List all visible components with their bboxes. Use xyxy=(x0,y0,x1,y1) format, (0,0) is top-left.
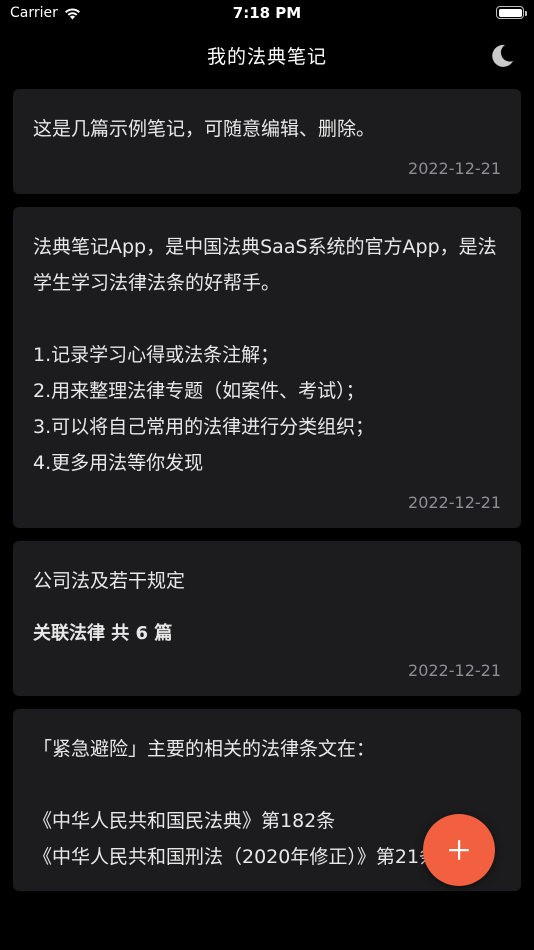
note-text: 法典笔记App，是中国法典SaaS系统的官方App，是法学生学习法律法条的好帮手… xyxy=(33,236,497,474)
note-card[interactable]: 这是几篇示例笔记，可随意编辑、删除。 2022-12-21 xyxy=(13,89,521,194)
battery-icon xyxy=(496,6,527,19)
note-date: 2022-12-21 xyxy=(408,159,501,178)
note-date: 2022-12-21 xyxy=(408,661,501,680)
add-note-button[interactable] xyxy=(423,814,495,886)
note-date: 2022-12-21 xyxy=(408,493,501,512)
note-text: 公司法及若干规定 xyxy=(33,570,186,592)
nav-bar: 我的法典笔记 xyxy=(0,30,534,78)
note-card[interactable]: 法典笔记App，是中国法典SaaS系统的官方App，是法学生学习法律法条的好帮手… xyxy=(13,207,521,528)
page-title: 我的法典笔记 xyxy=(206,46,327,68)
note-list: 这是几篇示例笔记，可随意编辑、删除。 2022-12-21 法典笔记App，是中… xyxy=(13,89,521,904)
status-time: 7:18 PM xyxy=(232,4,302,22)
moon-icon[interactable] xyxy=(488,42,516,70)
note-card[interactable]: 公司法及若干规定 关联法律 共 6 篇 2022-12-21 xyxy=(13,541,521,696)
status-bar: Carrier 7:18 PM xyxy=(0,0,534,30)
plus-icon xyxy=(449,840,469,860)
note-text: 这是几篇示例笔记，可随意编辑、删除。 xyxy=(33,118,376,140)
related-laws-count: 关联法律 共 6 篇 xyxy=(33,623,173,644)
